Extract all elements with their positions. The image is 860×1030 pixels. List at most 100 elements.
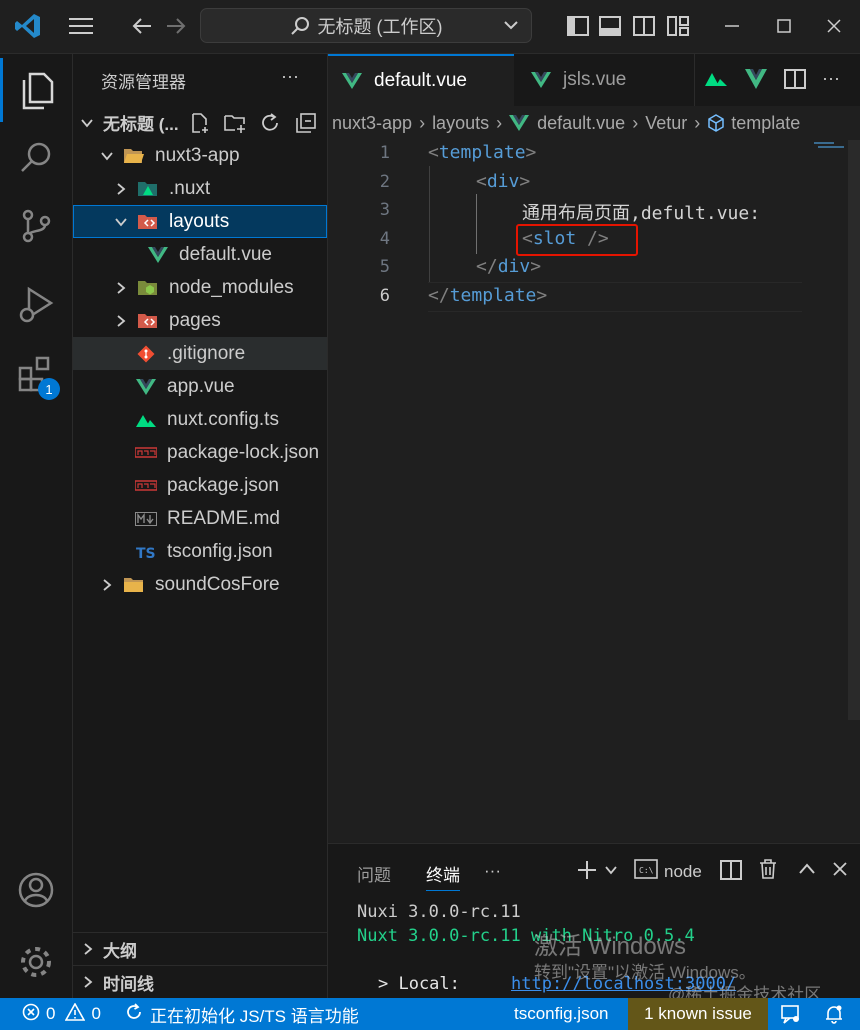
menu-icon[interactable] xyxy=(66,12,96,40)
code-line[interactable]: 通用布局页面,defult.vue: xyxy=(522,199,760,225)
timeline-section[interactable]: 时间线 xyxy=(73,965,327,998)
code-editor[interactable]: 1 <template> 2 <div> 3 通用布局页面,defult.vue… xyxy=(328,140,860,842)
chevron-down-icon[interactable] xyxy=(604,863,618,882)
customize-layout-icon[interactable] xyxy=(664,12,692,40)
search-icon xyxy=(290,16,309,35)
tree-folder-layouts[interactable]: layouts xyxy=(73,205,327,238)
chevron-down-icon xyxy=(79,116,95,130)
terminal-selector[interactable]: C:\ node xyxy=(634,858,702,885)
source-control-icon[interactable] xyxy=(0,194,72,258)
back-arrow-icon[interactable] xyxy=(128,12,156,40)
svg-text:C:\: C:\ xyxy=(639,866,654,875)
toggle-sidebar-icon[interactable] xyxy=(564,12,592,40)
maximize-icon[interactable] xyxy=(770,12,798,40)
tree-file-package-lock[interactable]: package-lock.json xyxy=(73,436,327,469)
vue-icon xyxy=(147,245,169,265)
trash-icon[interactable] xyxy=(758,858,778,885)
nuxt-action-icon[interactable] xyxy=(704,68,728,93)
status-file[interactable]: tsconfig.json xyxy=(514,998,609,1030)
chevron-down-icon[interactable] xyxy=(503,17,519,38)
terminal-name: node xyxy=(664,861,702,881)
split-editor-icon[interactable] xyxy=(784,68,806,95)
tree-file-package-json[interactable]: package.json xyxy=(73,469,327,502)
tree-item-label: app.vue xyxy=(167,375,235,397)
notifications-bell-icon[interactable] xyxy=(824,998,844,1030)
breadcrumb-item[interactable]: layouts xyxy=(432,113,489,134)
outline-section[interactable]: 大纲 xyxy=(73,932,327,965)
minimize-icon[interactable] xyxy=(718,12,746,40)
breadcrumb-item[interactable]: template xyxy=(731,113,800,134)
chevron-right-icon xyxy=(73,975,103,989)
split-terminal-icon[interactable] xyxy=(720,859,742,886)
tab-jsls-vue[interactable]: jsls.vue xyxy=(515,54,695,106)
new-file-icon[interactable] xyxy=(189,112,211,140)
tree-file-app-vue[interactable]: app.vue xyxy=(73,370,327,403)
tree-file-gitignore[interactable]: .gitignore xyxy=(73,337,327,370)
code-line[interactable]: <div> xyxy=(476,171,530,192)
minimap[interactable] xyxy=(812,140,848,152)
language-init-text: 正在初始化 JS/TS 语言功能 xyxy=(150,1006,359,1026)
run-debug-icon[interactable] xyxy=(0,272,72,336)
tree-file-tsconfig[interactable]: TS tsconfig.json xyxy=(73,535,327,568)
explorer-more-button[interactable]: ··· xyxy=(281,66,299,87)
code-line[interactable]: </div> xyxy=(476,256,541,277)
maximize-panel-icon[interactable] xyxy=(798,861,816,882)
breadcrumb-item[interactable]: default.vue xyxy=(537,113,625,134)
indent-guide xyxy=(429,166,430,282)
code-line[interactable]: <template> xyxy=(428,142,536,163)
tab-default-vue[interactable]: default.vue xyxy=(328,54,514,106)
line-number: 2 xyxy=(379,172,390,192)
tree-folder-pages[interactable]: pages xyxy=(73,304,327,337)
code-token: div xyxy=(497,256,531,277)
line-number: 6 xyxy=(379,286,390,306)
tree-item-label: .gitignore xyxy=(167,342,246,364)
refresh-icon[interactable] xyxy=(259,112,281,140)
new-terminal-icon[interactable] xyxy=(576,859,598,886)
editor-more-button[interactable]: ··· xyxy=(822,68,840,89)
tree-item-label: nuxt3-app xyxy=(155,144,240,166)
chevron-right-icon xyxy=(113,182,129,196)
breadcrumb-item[interactable]: Vetur xyxy=(645,113,687,134)
tree-file-nuxt-config[interactable]: nuxt.config.ts xyxy=(73,403,327,436)
activity-bar: 1 xyxy=(0,54,73,998)
account-icon[interactable] xyxy=(0,858,72,922)
tree-folder-soundcosfore[interactable]: soundCosFore xyxy=(73,568,327,601)
tree-folder-node-modules[interactable]: node_modules xyxy=(73,271,327,304)
search-icon[interactable] xyxy=(0,126,72,190)
tab-terminal[interactable]: 终端 xyxy=(426,861,460,891)
new-folder-icon[interactable] xyxy=(223,112,247,140)
toggle-panel-icon[interactable] xyxy=(596,12,624,40)
warning-count: 0 xyxy=(91,1004,101,1023)
tree-folder-nuxt[interactable]: .nuxt xyxy=(73,172,327,205)
close-panel-icon[interactable] xyxy=(832,861,848,882)
language-init-status[interactable]: 正在初始化 JS/TS 语言功能 xyxy=(124,998,359,1030)
code-line[interactable]: </template> xyxy=(428,285,547,306)
collapse-all-icon[interactable] xyxy=(295,112,317,140)
workspace-header[interactable]: 无标题 (... xyxy=(73,106,327,139)
error-count: 0 xyxy=(46,1004,56,1023)
command-center-search[interactable]: 无标题 (工作区) xyxy=(200,8,532,43)
extensions-icon[interactable]: 1 xyxy=(0,342,72,406)
terminal-icon: C:\ xyxy=(634,858,658,885)
known-issue-status[interactable]: 1 known issue xyxy=(628,998,768,1030)
layout-folder-icon xyxy=(137,212,159,232)
close-icon[interactable] xyxy=(820,12,848,40)
panel-more-button[interactable]: ··· xyxy=(484,861,501,881)
settings-gear-icon[interactable] xyxy=(0,930,72,994)
toggle-secondary-sidebar-icon[interactable] xyxy=(630,12,658,40)
vue-preview-icon[interactable] xyxy=(744,68,768,95)
code-token: > xyxy=(525,142,537,163)
feedback-icon[interactable] xyxy=(780,998,802,1030)
problems-status[interactable]: 0 0 xyxy=(22,998,101,1030)
explorer-files-icon[interactable] xyxy=(0,58,72,122)
vue-icon xyxy=(135,377,157,397)
tab-problems[interactable]: 问题 xyxy=(357,861,391,886)
breadcrumb-item[interactable]: nuxt3-app xyxy=(332,113,412,134)
explorer-title: 资源管理器 xyxy=(101,73,186,92)
editor-scrollbar[interactable] xyxy=(848,140,860,720)
vue-icon xyxy=(531,71,551,89)
tree-file-readme[interactable]: README.md xyxy=(73,502,327,535)
tree-folder-nuxt3-app[interactable]: nuxt3-app xyxy=(73,139,327,172)
forward-arrow-icon[interactable] xyxy=(162,12,190,40)
tree-file-default-vue[interactable]: default.vue xyxy=(73,238,327,271)
